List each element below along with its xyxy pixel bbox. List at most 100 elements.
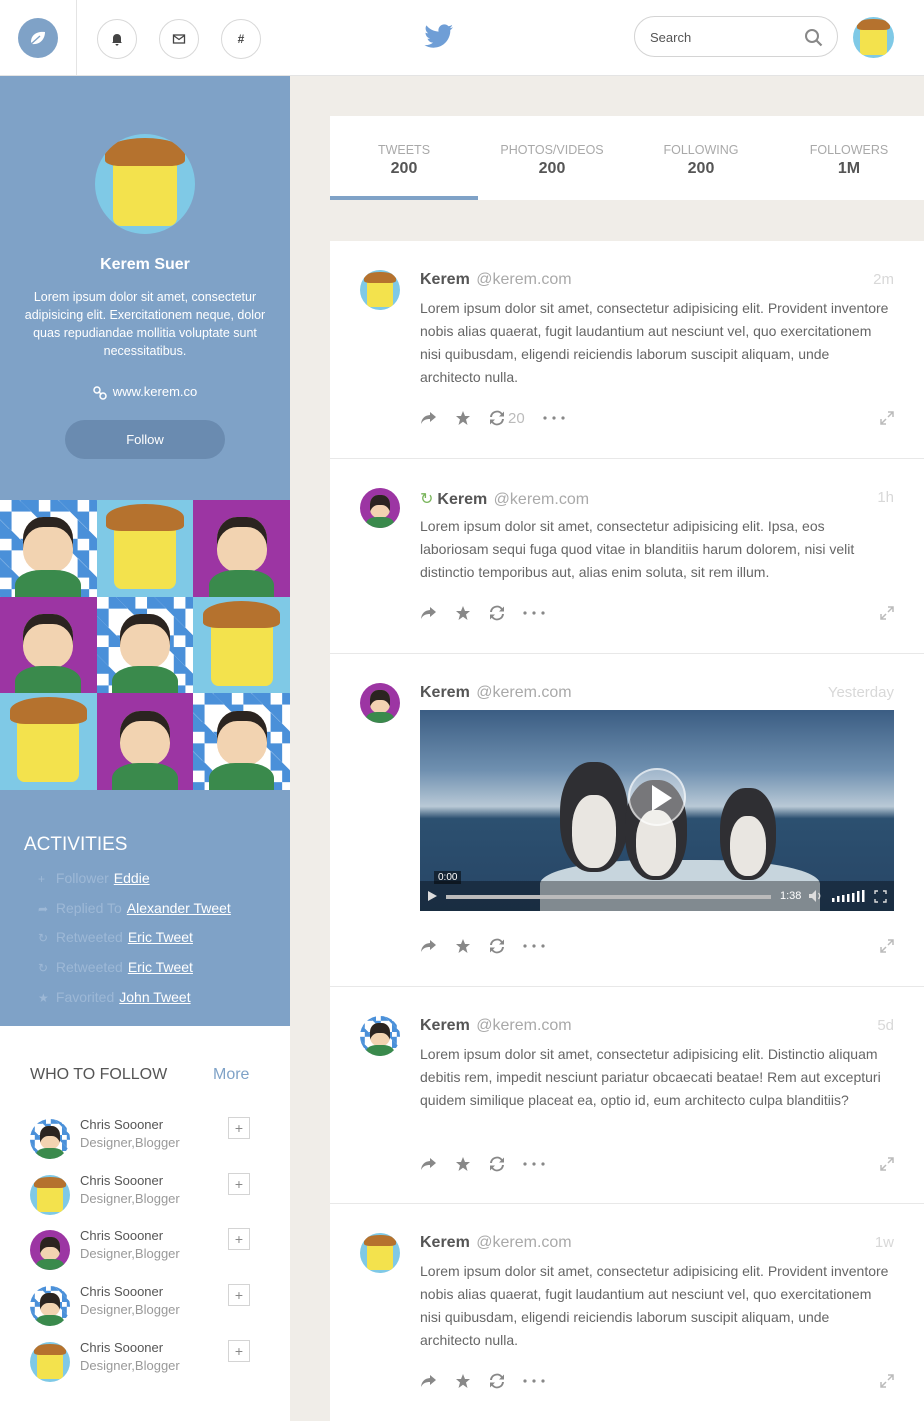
grid-photo[interactable] — [193, 693, 290, 790]
reply-button[interactable] — [420, 1157, 437, 1171]
more-link[interactable]: More — [213, 1066, 249, 1084]
add-follow-button[interactable]: + — [228, 1173, 250, 1195]
tweet-avatar[interactable] — [360, 1016, 400, 1056]
suggestion-name[interactable]: Chris Soooner — [80, 1284, 163, 1299]
more-options-button[interactable] — [523, 1162, 545, 1166]
grid-photo[interactable] — [96, 596, 194, 694]
tab-followers[interactable]: FOLLOWERS 1M — [775, 116, 923, 200]
tweet-handle[interactable]: @kerem.com — [476, 1234, 571, 1251]
more-options-button[interactable] — [523, 944, 545, 948]
user-avatar[interactable] — [853, 17, 894, 58]
retweet-count: 20 — [508, 409, 525, 427]
search-input[interactable] — [650, 28, 800, 46]
suggestion-avatar[interactable] — [30, 1230, 70, 1270]
expand-icon[interactable] — [880, 606, 894, 620]
add-follow-button[interactable]: + — [228, 1117, 250, 1139]
search-icon[interactable] — [804, 28, 823, 47]
activity-target-link[interactable]: Alexander Tweet — [127, 900, 231, 916]
profile-avatar[interactable] — [95, 134, 195, 234]
favorite-button[interactable] — [455, 605, 471, 621]
messages-button[interactable] — [159, 19, 199, 59]
retweet-button[interactable] — [489, 605, 505, 621]
expand-icon[interactable] — [880, 939, 894, 953]
tweet-author[interactable]: Kerem — [420, 1234, 470, 1251]
favorite-button[interactable] — [455, 1156, 471, 1172]
tweet-header: Kerem @kerem.com — [420, 1017, 572, 1035]
favorite-button[interactable] — [455, 410, 471, 426]
suggestion-avatar[interactable] — [30, 1119, 70, 1159]
expand-icon[interactable] — [880, 1374, 894, 1388]
activity-target-link[interactable]: Eric Tweet — [128, 929, 193, 945]
activity-target-link[interactable]: Eric Tweet — [128, 959, 193, 975]
tweet-avatar[interactable] — [360, 488, 400, 528]
suggestion-avatar[interactable] — [30, 1342, 70, 1382]
grid-photo[interactable] — [96, 693, 194, 790]
suggestion-role: Designer,Blogger — [80, 1135, 180, 1150]
suggestion-name[interactable]: Chris Soooner — [80, 1117, 163, 1132]
suggestion-name[interactable]: Chris Soooner — [80, 1228, 163, 1243]
suggestion-avatar[interactable] — [30, 1286, 70, 1326]
tweet-avatar[interactable] — [360, 1233, 400, 1273]
tweet-author[interactable]: Kerem — [420, 1017, 470, 1034]
reply-button[interactable] — [420, 1374, 437, 1388]
tweet-handle[interactable]: @kerem.com — [476, 1017, 571, 1034]
fullscreen-icon[interactable] — [874, 890, 887, 903]
play-small-icon[interactable] — [426, 890, 438, 902]
video-progress-track[interactable] — [446, 895, 771, 899]
retweet-button[interactable] — [489, 1156, 505, 1172]
grid-photo[interactable] — [0, 596, 97, 694]
hashtag-button[interactable]: # — [221, 19, 261, 59]
suggestion-name[interactable]: Chris Soooner — [80, 1173, 163, 1188]
home-button[interactable] — [18, 18, 58, 58]
add-follow-button[interactable]: + — [228, 1228, 250, 1250]
tweet-text: Lorem ipsum dolor sit amet, consectetur … — [420, 518, 855, 580]
tweet-handle[interactable]: @kerem.com — [494, 491, 589, 508]
tweet-avatar[interactable] — [360, 683, 400, 723]
reply-button[interactable] — [420, 939, 437, 953]
tweet-author[interactable]: Kerem — [420, 271, 470, 288]
tab-tweets[interactable]: TWEETS 200 — [330, 116, 478, 200]
tweet-text: Lorem ipsum dolor sit amet, consectetur … — [420, 1046, 881, 1108]
follow-button[interactable]: Follow — [65, 420, 225, 459]
favorite-button[interactable] — [455, 1373, 471, 1389]
retweet-button[interactable]: 20 — [489, 410, 525, 427]
profile-website-link[interactable]: www.kerem.co — [0, 384, 290, 400]
suggestion-name[interactable]: Chris Soooner — [80, 1340, 163, 1355]
tab-photos-videos[interactable]: PHOTOS/VIDEOS 200 — [478, 116, 626, 200]
favorite-button[interactable] — [455, 938, 471, 954]
reply-button[interactable] — [420, 411, 437, 425]
more-options-button[interactable] — [543, 416, 565, 420]
activity-target-link[interactable]: Eddie — [114, 870, 150, 886]
expand-icon[interactable] — [880, 1157, 894, 1171]
video-controls: 0:00 1:38 — [420, 871, 894, 911]
tweet-author[interactable]: Kerem — [437, 491, 487, 508]
grid-photo[interactable] — [0, 500, 97, 597]
retweet-button[interactable] — [489, 1373, 505, 1389]
tab-following[interactable]: FOLLOWING 200 — [627, 116, 775, 200]
volume-icon[interactable] — [808, 889, 824, 903]
retweet-button[interactable] — [489, 938, 505, 954]
more-options-button[interactable] — [523, 1379, 545, 1383]
tweet-handle[interactable]: @kerem.com — [476, 271, 571, 288]
grid-photo[interactable] — [193, 500, 290, 597]
reply-button[interactable] — [420, 606, 437, 620]
video-frame-penguin — [720, 788, 776, 880]
more-options-button[interactable] — [523, 611, 545, 615]
tweet-avatar[interactable] — [360, 270, 400, 310]
play-button[interactable] — [628, 768, 686, 826]
add-follow-button[interactable]: + — [228, 1284, 250, 1306]
grid-photo[interactable] — [193, 596, 290, 694]
notifications-button[interactable] — [97, 19, 137, 59]
grid-photo[interactable] — [0, 693, 97, 790]
volume-level-bars[interactable] — [832, 890, 866, 902]
tweet-author[interactable]: Kerem — [420, 684, 470, 701]
suggestion-avatar[interactable] — [30, 1175, 70, 1215]
grid-photo[interactable] — [96, 500, 194, 597]
activity-target-link[interactable]: John Tweet — [119, 989, 190, 1005]
tweet-handle[interactable]: @kerem.com — [476, 684, 571, 701]
tweet-actions — [420, 1155, 563, 1173]
reply-icon — [421, 1375, 436, 1387]
expand-icon[interactable] — [880, 411, 894, 425]
video-player[interactable]: 0:00 1:38 — [420, 710, 894, 911]
add-follow-button[interactable]: + — [228, 1340, 250, 1362]
